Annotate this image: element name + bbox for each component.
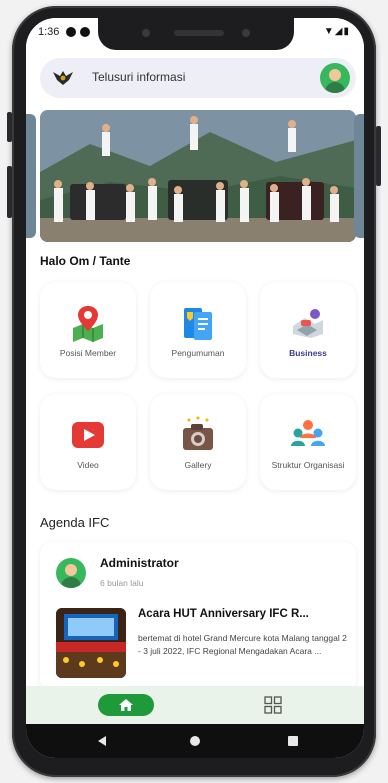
system-home-icon[interactable] <box>190 736 200 746</box>
ifc-logo-icon <box>53 71 73 85</box>
menu-label: Gallery <box>184 460 212 470</box>
notification-dot <box>80 27 90 37</box>
agenda-author: Administrator <box>100 556 179 570</box>
system-navigation-bar <box>26 724 364 758</box>
back-icon[interactable] <box>96 735 108 747</box>
status-time: 1:36 <box>38 26 60 38</box>
agenda-section-title: Agenda IFC <box>40 515 110 530</box>
camera-icon <box>183 416 213 450</box>
carousel-next-peek[interactable] <box>354 114 364 238</box>
camera-icon <box>142 29 150 37</box>
camera-notch <box>98 18 294 50</box>
menu-gallery[interactable]: Gallery <box>150 394 246 490</box>
sensor-dot <box>242 29 250 37</box>
status-bar: 1:36 ▼◢▮ <box>26 18 364 50</box>
agenda-card[interactable]: Administrator 6 bulan lalu Acara HUT Ann… <box>40 542 356 692</box>
people-group-icon <box>291 420 325 446</box>
video-play-icon <box>72 422 104 448</box>
signal-battery-icons: ▼◢▮ <box>323 26 350 37</box>
menu-posisi-member[interactable]: Posisi Member <box>40 282 136 378</box>
author-avatar <box>56 558 86 588</box>
agenda-thumbnail[interactable] <box>56 608 126 678</box>
menu-label: Pengumuman <box>171 348 225 358</box>
avatar-head <box>65 564 77 576</box>
bottom-navigation <box>26 686 364 724</box>
menu-label: Struktur Organisasi <box>271 460 345 470</box>
menu-label: Business <box>289 348 327 358</box>
event-photo-image <box>56 608 126 678</box>
agenda-title: Acara HUT Anniversary IFC R... <box>138 608 309 620</box>
avatar-head <box>329 69 341 81</box>
announcement-icon <box>184 308 212 340</box>
avatar-body <box>325 82 345 93</box>
recent-apps-icon[interactable] <box>288 736 298 746</box>
menu-business[interactable]: Business <box>260 282 356 378</box>
speaker-grill <box>174 30 224 36</box>
carousel-prev-peek[interactable] <box>26 114 36 238</box>
avatar-body <box>61 577 81 588</box>
menu-video[interactable]: Video <box>40 394 136 490</box>
menu-label: Posisi Member <box>59 348 117 358</box>
home-icon <box>119 699 133 711</box>
volume-button <box>7 112 12 142</box>
profile-avatar[interactable] <box>320 63 350 93</box>
business-icon <box>293 309 323 338</box>
search-bar[interactable]: Telusuri informasi <box>40 58 356 98</box>
map-pin-icon <box>73 306 103 342</box>
agenda-time: 6 bulan lalu <box>100 578 144 588</box>
agenda-description: bertemat di hotel Grand Mercure kota Mal… <box>138 633 347 656</box>
menu-struktur-organisasi[interactable]: Struktur Organisasi <box>260 394 356 490</box>
notification-dot <box>66 27 76 37</box>
menu-label: Video <box>77 460 99 470</box>
volume-button <box>7 166 12 218</box>
app-screen: 1:36 ▼◢▮ Telusuri informasi Halo Om / Ta… <box>26 18 364 758</box>
nav-home-button[interactable] <box>98 694 154 716</box>
banner-image[interactable] <box>40 110 356 242</box>
menu-pengumuman[interactable]: Pengumuman <box>150 282 246 378</box>
power-button <box>376 126 381 186</box>
greeting-text: Halo Om / Tante <box>40 254 131 268</box>
group-photo-image <box>40 110 356 242</box>
grid-menu-icon[interactable] <box>264 696 282 714</box>
search-input[interactable]: Telusuri informasi <box>92 70 185 84</box>
